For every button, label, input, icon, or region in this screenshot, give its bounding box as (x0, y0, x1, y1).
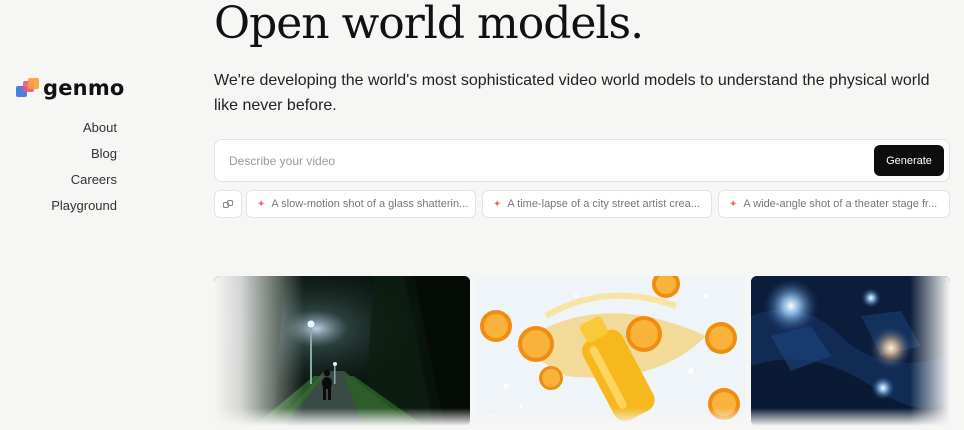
video-thumbnail-orange-splash[interactable] (476, 276, 745, 426)
sparkle-icon: ✦ (493, 198, 502, 210)
brand-name: genmo (43, 76, 125, 100)
prompt-input[interactable] (227, 150, 831, 172)
video-thumbnail-forest-night[interactable] (214, 276, 470, 426)
prompt-bar: Generate (214, 139, 950, 182)
suggestion-chips: ✦ A slow-motion shot of a glass shatteri… (214, 190, 950, 218)
orange-splash-image (476, 276, 745, 426)
page-subtitle: We're developing the world's most sophis… (214, 72, 930, 114)
sparkle-icon: ✦ (257, 198, 266, 210)
video-gallery (214, 276, 950, 426)
sidebar-nav: About Blog Careers Playground (51, 119, 117, 223)
suggestion-link-button[interactable] (214, 190, 242, 218)
sidebar: genmo About Blog Careers Playground (0, 0, 200, 430)
suggestion-label: A wide-angle shot of a theater stage fr.… (743, 198, 938, 210)
sparkle-icon: ✦ (729, 198, 738, 210)
nav-item-playground[interactable]: Playground (51, 197, 117, 223)
video-thumbnail-underwater-glow[interactable] (751, 276, 950, 426)
logo-mark-icon (15, 77, 39, 99)
suggestion-chip[interactable]: ✦ A wide-angle shot of a theater stage f… (718, 190, 950, 218)
page-title: Open world models. (214, 0, 644, 49)
suggestion-label: A time-lapse of a city street artist cre… (507, 198, 700, 210)
link-icon (222, 199, 234, 209)
suggestion-chip[interactable]: ✦ A time-lapse of a city street artist c… (482, 190, 712, 218)
suggestion-label: A slow-motion shot of a glass shatterin.… (271, 198, 469, 210)
generate-button[interactable]: Generate (874, 145, 944, 176)
nav-item-blog[interactable]: Blog (51, 145, 117, 171)
suggestion-chip[interactable]: ✦ A slow-motion shot of a glass shatteri… (246, 190, 476, 218)
nav-item-about[interactable]: About (51, 119, 117, 145)
nav-item-careers[interactable]: Careers (51, 171, 117, 197)
brand-logo[interactable]: genmo (15, 76, 125, 100)
